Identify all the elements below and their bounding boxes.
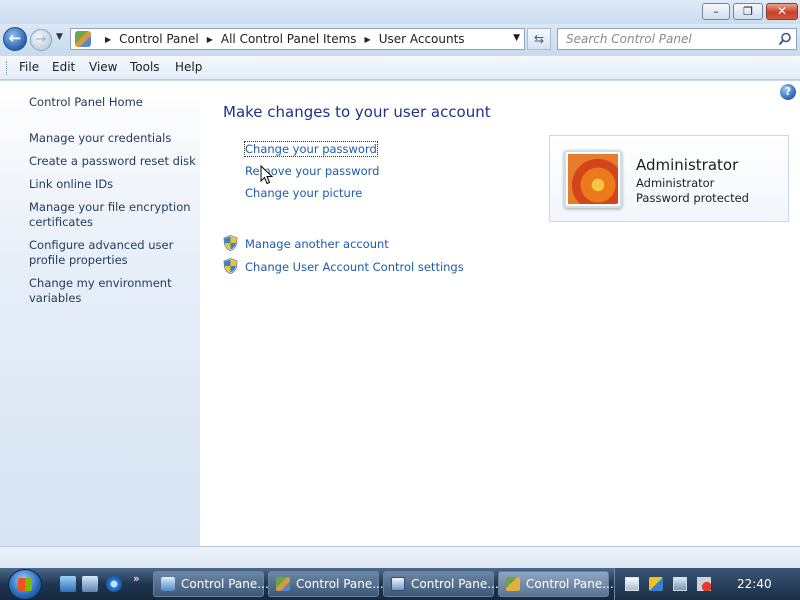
sidebar-item-profile-properties[interactable]: Configure advanced user profile properti…: [29, 238, 197, 268]
breadcrumb: ▶ Control Panel ▶ All Control Panel Items ▶ U…: [97, 32, 465, 46]
sidebar-item-password-reset-disk[interactable]: Create a password reset disk: [29, 154, 197, 169]
minimize-button[interactable]: –: [702, 3, 730, 20]
mail-icon: [391, 577, 405, 591]
taskbar-button-2[interactable]: Control Pane...: [268, 571, 384, 597]
navigation-bar: ← → ▼ ▶ Control Panel ▶ All Control Panel I…: [0, 24, 800, 54]
change-password-link[interactable]: Change your password: [244, 141, 378, 157]
sidebar-item-encryption-certificates[interactable]: Manage your file encryption certificates: [29, 200, 197, 230]
account-role: Administrator: [636, 176, 715, 190]
taskbar-button-label: Control Pane...: [411, 577, 499, 591]
breadcrumb-control-panel[interactable]: Control Panel: [119, 32, 199, 46]
account-status: Password protected: [636, 191, 749, 205]
show-desktop-icon[interactable]: [60, 576, 76, 592]
flower-picture-icon: [568, 154, 618, 204]
taskbar-button-label: Control Pane...: [296, 577, 384, 591]
taskbar-button-4[interactable]: Control Pane...: [498, 571, 614, 597]
menu-view[interactable]: View: [89, 60, 117, 74]
computer-icon: [161, 577, 175, 591]
address-bar[interactable]: ▶ Control Panel ▶ All Control Panel Items ▶ U…: [70, 28, 525, 50]
change-picture-link[interactable]: Change your picture: [245, 186, 362, 200]
maximize-button[interactable]: ❐: [733, 3, 763, 20]
taskbar-button-1[interactable]: Control Pane...: [153, 571, 269, 597]
title-bar: – ❐ ✕: [0, 0, 800, 24]
account-name: Administrator: [636, 156, 739, 174]
page-title: Make changes to your user account: [223, 103, 491, 121]
mouse-cursor-icon: [260, 165, 274, 185]
menu-file[interactable]: File: [19, 60, 39, 74]
taskbar: » Control Pane... Control Pane... Contro…: [0, 568, 800, 600]
recent-pages-dropdown[interactable]: ▼: [56, 32, 63, 42]
search-input[interactable]: Search Control Panel: [557, 28, 797, 50]
menu-edit[interactable]: Edit: [52, 60, 75, 74]
help-icon[interactable]: ?: [780, 84, 796, 100]
search-placeholder: Search Control Panel: [566, 32, 692, 46]
toolbar-grip-icon: [6, 61, 9, 75]
control-panel-icon: [276, 577, 290, 591]
main-content: ? Make changes to your user account Chan…: [200, 81, 800, 546]
back-arrow-icon: ←: [8, 29, 22, 47]
control-panel-icon: [75, 31, 91, 47]
menu-help[interactable]: Help: [175, 60, 202, 74]
internet-explorer-icon[interactable]: [106, 576, 122, 592]
clock[interactable]: 22:40: [737, 577, 772, 591]
close-button[interactable]: ✕: [766, 3, 798, 20]
sidebar: Control Panel Home Manage your credentia…: [0, 81, 200, 546]
manage-another-account-link[interactable]: Manage another account: [245, 237, 389, 251]
minimize-icon: –: [713, 5, 719, 18]
forward-arrow-icon: →: [35, 32, 47, 47]
uac-shield-icon: [223, 235, 238, 251]
forward-button[interactable]: →: [30, 29, 52, 51]
uac-settings-link[interactable]: Change User Account Control settings: [245, 260, 464, 274]
avatar: [564, 150, 622, 208]
breadcrumb-separator-icon[interactable]: ▶: [105, 35, 111, 44]
sidebar-item-control-panel-home[interactable]: Control Panel Home: [29, 95, 197, 110]
breadcrumb-all-items[interactable]: All Control Panel Items: [221, 32, 357, 46]
windows-logo-icon: [18, 578, 32, 591]
back-button[interactable]: ←: [3, 27, 27, 51]
status-bar: [0, 546, 800, 568]
system-tray: 22:40: [614, 568, 800, 600]
document-icon[interactable]: [625, 577, 639, 591]
breadcrumb-separator-icon[interactable]: ▶: [365, 35, 371, 44]
switch-windows-icon[interactable]: [82, 576, 98, 592]
security-shield-icon[interactable]: [649, 577, 663, 591]
start-button[interactable]: [8, 569, 42, 600]
sidebar-item-link-online-ids[interactable]: Link online IDs: [29, 177, 197, 192]
taskbar-button-label: Control Pane...: [181, 577, 269, 591]
breadcrumb-separator-icon[interactable]: ▶: [207, 35, 213, 44]
breadcrumb-user-accounts[interactable]: User Accounts: [379, 32, 465, 46]
maximize-icon: ❐: [743, 5, 753, 18]
sidebar-item-manage-credentials[interactable]: Manage your credentials: [29, 131, 197, 146]
search-icon[interactable]: [778, 32, 792, 46]
uac-shield-icon: [223, 258, 238, 274]
refresh-button[interactable]: ⇆: [527, 28, 551, 50]
close-icon: ✕: [776, 4, 788, 18]
quicklaunch-more-icon[interactable]: »: [133, 572, 140, 585]
volume-muted-icon[interactable]: [697, 577, 711, 591]
account-card: Administrator Administrator Password pro…: [549, 135, 789, 222]
taskbar-button-3[interactable]: Control Pane...: [383, 571, 499, 597]
menu-bar: File Edit View Tools Help: [0, 56, 800, 80]
menu-tools[interactable]: Tools: [130, 60, 160, 74]
network-icon[interactable]: [673, 577, 687, 591]
address-dropdown-icon[interactable]: ▼: [513, 33, 520, 43]
taskbar-button-label: Control Pane...: [526, 577, 614, 591]
refresh-icon: ⇆: [533, 32, 545, 46]
users-icon: [506, 577, 520, 591]
sidebar-item-environment-variables[interactable]: Change my environment variables: [29, 276, 197, 306]
